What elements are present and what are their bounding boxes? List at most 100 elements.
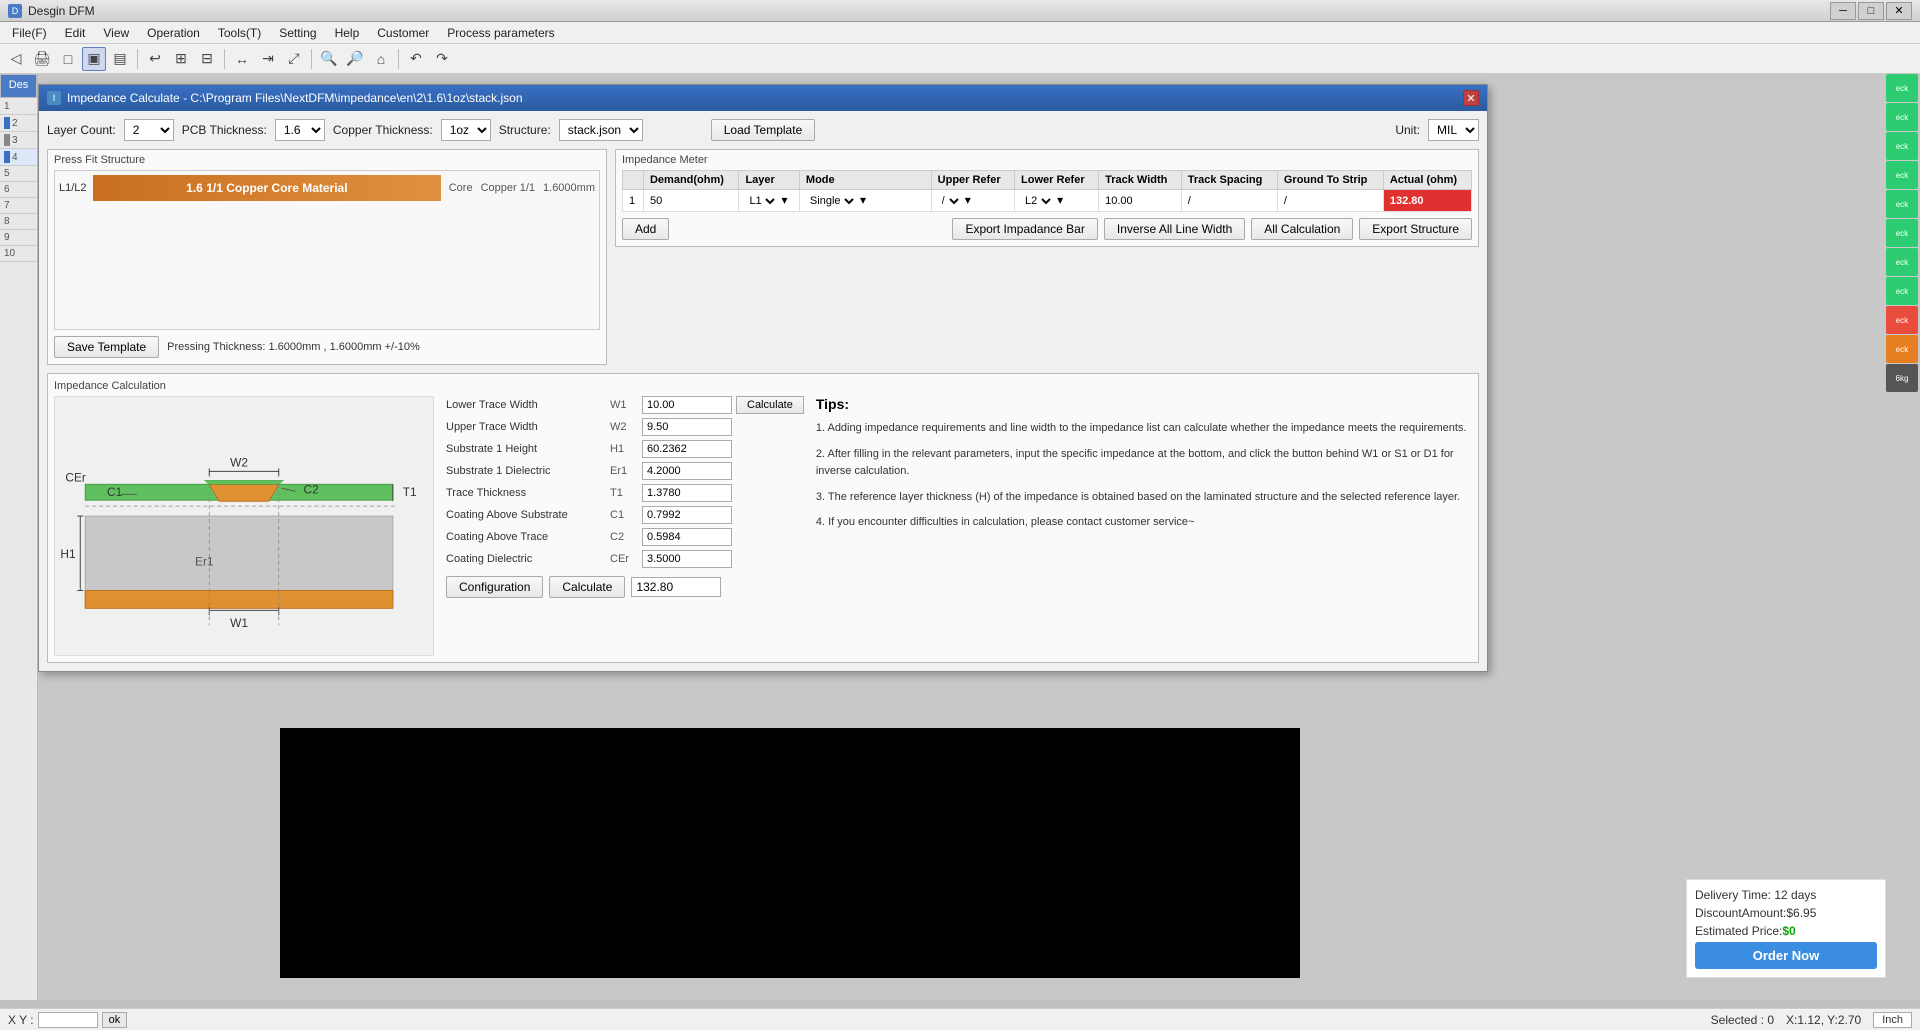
param-code-cer: CEr xyxy=(610,553,638,565)
sidebar-item-8[interactable]: 8 xyxy=(0,214,37,230)
toolbar-frame-btn[interactable]: ▤ xyxy=(108,47,132,71)
svg-text:C2: C2 xyxy=(304,482,320,496)
diagram-area: W2 C2 C1 T1 CEr xyxy=(54,396,434,656)
xy-input[interactable] xyxy=(38,1012,98,1028)
menu-help[interactable]: Help xyxy=(327,24,368,42)
row-upper-select[interactable]: / xyxy=(938,194,962,208)
param-input-cer[interactable] xyxy=(642,550,732,568)
param-code-w2: W2 xyxy=(610,421,638,433)
sidebar-item-1[interactable]: 1 xyxy=(0,99,37,115)
col-spacing: Track Spacing xyxy=(1181,171,1277,190)
minimize-btn[interactable]: ─ xyxy=(1830,2,1856,20)
sidebar-item-2[interactable]: 2 xyxy=(0,115,37,132)
all-calc-btn[interactable]: All Calculation xyxy=(1251,218,1353,240)
sidebar-tab-des[interactable]: Des xyxy=(0,74,37,98)
sidebar-item-10[interactable]: 10 xyxy=(0,246,37,262)
toolbar-grid-btn[interactable]: ⊞ xyxy=(169,47,193,71)
structure-select[interactable]: stack.json xyxy=(559,119,643,141)
toolbar-move-btn[interactable]: ⤢ xyxy=(282,47,306,71)
sidebar-item-9[interactable]: 9 xyxy=(0,230,37,246)
svg-text:H1: H1 xyxy=(60,547,76,561)
configuration-btn[interactable]: Configuration xyxy=(446,576,543,598)
toolbar-home-btn[interactable]: ⌂ xyxy=(369,47,393,71)
menu-customer[interactable]: Customer xyxy=(369,24,437,42)
result-input[interactable] xyxy=(631,577,721,597)
load-template-btn[interactable]: Load Template xyxy=(711,119,816,141)
unit-select[interactable]: MILMM xyxy=(1428,119,1479,141)
green-btn-9[interactable]: eck xyxy=(1886,306,1918,334)
menu-setting[interactable]: Setting xyxy=(271,24,324,42)
green-btn-6[interactable]: eck xyxy=(1886,219,1918,247)
toolbar-print-btn[interactable]: 🖨 xyxy=(30,47,54,71)
sidebar-item-7[interactable]: 7 xyxy=(0,198,37,214)
calculate-w1-btn[interactable]: Calculate xyxy=(736,396,804,414)
toolbar-ungrid-btn[interactable]: ⊟ xyxy=(195,47,219,71)
param-input-c1[interactable] xyxy=(642,506,732,524)
row-layer-select[interactable]: L1 xyxy=(745,194,778,208)
impedance-calc-inner: W2 C2 C1 T1 CEr xyxy=(54,396,1472,656)
param-input-er1[interactable] xyxy=(642,462,732,480)
stack-layer-label: L1/L2 xyxy=(59,182,89,194)
green-btn-7[interactable]: eck xyxy=(1886,248,1918,276)
menu-process[interactable]: Process parameters xyxy=(439,24,562,42)
copper-thickness-select[interactable]: 1oz2oz xyxy=(441,119,491,141)
order-now-btn[interactable]: Order Now xyxy=(1695,942,1877,969)
menu-edit[interactable]: Edit xyxy=(57,24,94,42)
dialog-close-btn[interactable]: ✕ xyxy=(1463,90,1479,106)
export-structure-btn[interactable]: Export Structure xyxy=(1359,218,1472,240)
sidebar-item-5[interactable]: 5 xyxy=(0,166,37,182)
col-mode: Mode xyxy=(799,171,931,190)
two-col-layout: Press Fit Structure L1/L2 1.6 1/1 Copper… xyxy=(47,149,1479,373)
toolbar-zoom-in-btn[interactable]: 🔍 xyxy=(317,47,341,71)
toolbar-zoom-out-btn[interactable]: 🔎 xyxy=(343,47,367,71)
toolbar-window-btn[interactable]: □ xyxy=(56,47,80,71)
row-layer: L1 ▾ xyxy=(739,190,799,212)
menu-tools[interactable]: Tools(T) xyxy=(210,24,269,42)
export-bar-btn[interactable]: Export Impadance Bar xyxy=(952,218,1097,240)
inverse-all-btn[interactable]: Inverse All Line Width xyxy=(1104,218,1245,240)
param-input-w2[interactable] xyxy=(642,418,732,436)
menu-operation[interactable]: Operation xyxy=(139,24,208,42)
toolbar-select-btn[interactable]: ▣ xyxy=(82,47,106,71)
sidebar-item-3[interactable]: 3 xyxy=(0,132,37,149)
pcb-thickness-select[interactable]: 1.60.82.0 xyxy=(275,119,325,141)
green-btn-1[interactable]: eck xyxy=(1886,74,1918,102)
save-template-btn[interactable]: Save Template xyxy=(54,336,159,358)
impedance-btn-row: Add Export Impadance Bar Inverse All Lin… xyxy=(622,218,1472,240)
table-row: 1 50 L1 ▾ Single ▾ xyxy=(623,190,1472,212)
row-lower-select[interactable]: L2 xyxy=(1021,194,1054,208)
row-track: 10.00 xyxy=(1099,190,1182,212)
sidebar-item-6[interactable]: 6 xyxy=(0,182,37,198)
col-track: Track Width xyxy=(1099,171,1182,190)
title-bar: D Desgin DFM ─ □ ✕ xyxy=(0,0,1920,22)
param-input-t1[interactable] xyxy=(642,484,732,502)
green-btn-10[interactable]: eck xyxy=(1886,335,1918,363)
layer-count-select[interactable]: 246 xyxy=(124,119,174,141)
toolbar-back-btn[interactable]: ◁ xyxy=(4,47,28,71)
add-btn[interactable]: Add xyxy=(622,218,669,240)
unit-label[interactable]: Inch xyxy=(1873,1012,1912,1028)
toolbar-redo-btn[interactable]: ↷ xyxy=(430,47,454,71)
param-input-w1[interactable] xyxy=(642,396,732,414)
green-btn-2[interactable]: eck xyxy=(1886,103,1918,131)
green-btn-11[interactable]: 6kg xyxy=(1886,364,1918,392)
param-input-c2[interactable] xyxy=(642,528,732,546)
toolbar-arrow-btn[interactable]: ↔ xyxy=(230,47,254,71)
calculate-btn2[interactable]: Calculate xyxy=(549,576,625,598)
ok-btn[interactable]: ok xyxy=(102,1012,128,1028)
maximize-btn[interactable]: □ xyxy=(1858,2,1884,20)
menu-view[interactable]: View xyxy=(95,24,137,42)
menu-file[interactable]: File(F) xyxy=(4,24,55,42)
toolbar-undo2-btn[interactable]: ↶ xyxy=(404,47,428,71)
row-mode-select[interactable]: Single xyxy=(806,194,857,208)
green-btn-5[interactable]: eck xyxy=(1886,190,1918,218)
param-row-w2: Upper Trace Width W2 xyxy=(446,418,804,436)
sidebar-item-4[interactable]: 4 xyxy=(0,149,37,166)
toolbar-undo-btn[interactable]: ↩ xyxy=(143,47,167,71)
close-btn[interactable]: ✕ xyxy=(1886,2,1912,20)
green-btn-3[interactable]: eck xyxy=(1886,132,1918,160)
toolbar-tab-btn[interactable]: ⇥ xyxy=(256,47,280,71)
green-btn-4[interactable]: eck xyxy=(1886,161,1918,189)
green-btn-8[interactable]: eck xyxy=(1886,277,1918,305)
param-input-h1[interactable] xyxy=(642,440,732,458)
